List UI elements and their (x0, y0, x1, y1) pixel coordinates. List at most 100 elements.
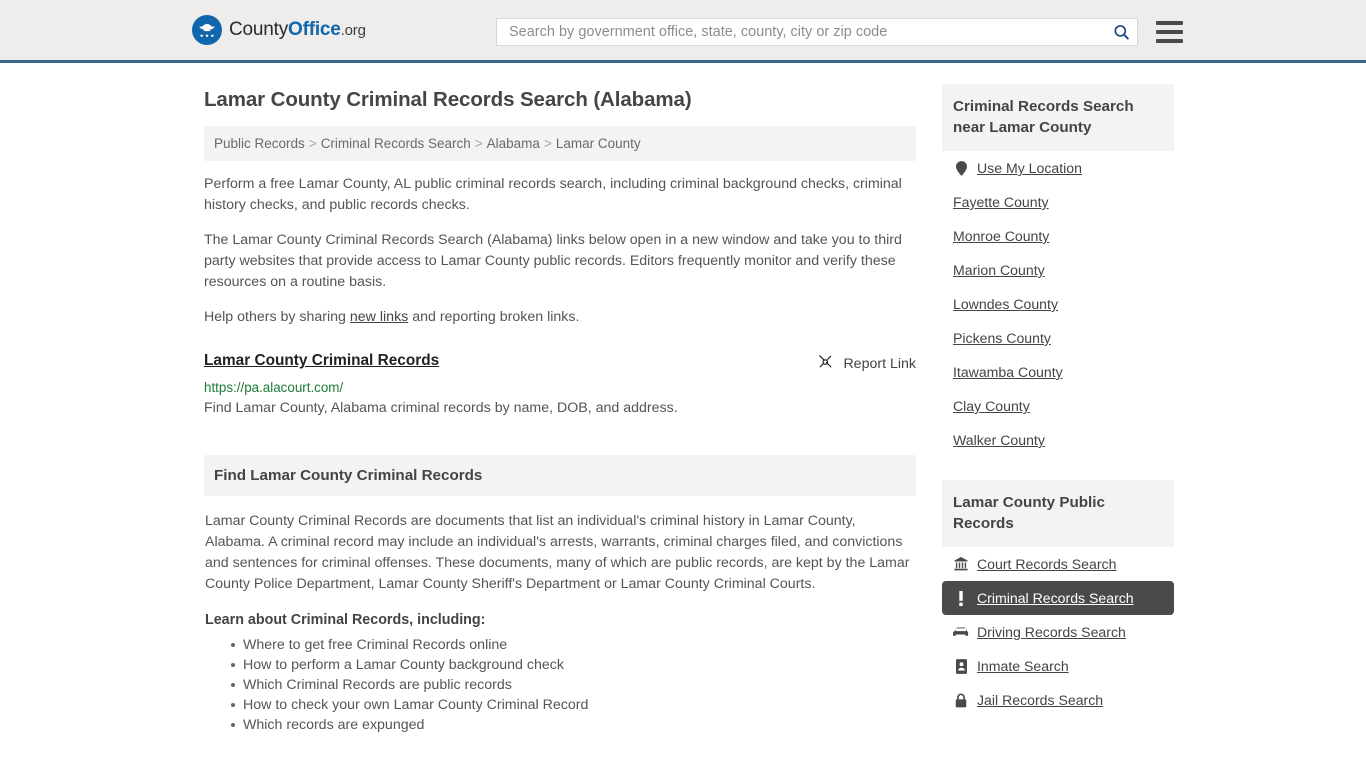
sidebar-item-clay-county[interactable]: Clay County (942, 389, 1174, 423)
help-suffix: and reporting broken links. (408, 309, 580, 325)
logo-text-office: Office (288, 19, 341, 40)
site-logo[interactable]: CountyOffice.org (192, 15, 366, 45)
sidebar-item-use-my-location[interactable]: Use My Location (942, 151, 1174, 185)
report-link-button[interactable]: Report Link (817, 352, 916, 374)
list-item: Clay County (942, 389, 1174, 423)
sidebar-item-label: Itawamba County (953, 364, 1063, 380)
main-content: Lamar County Criminal Records Search (Al… (204, 63, 916, 735)
search-input[interactable] (507, 23, 1112, 41)
learn-list: Where to get free Criminal Records onlin… (205, 635, 915, 735)
hamburger-menu-icon[interactable] (1156, 21, 1183, 43)
sidebar-item-label: Walker County (953, 432, 1045, 448)
breadcrumb-separator: > (474, 136, 483, 151)
sidebar-item-driving-records-search[interactable]: Driving Records Search (942, 615, 1174, 649)
sidebar-item-label: Clay County (953, 398, 1030, 414)
sidebar-item-jail-records-search[interactable]: Jail Records Search (942, 683, 1174, 717)
sidebar-item-itawamba-county[interactable]: Itawamba County (942, 355, 1174, 389)
breadcrumb: Public Records > Criminal Records Search > A… (204, 126, 916, 161)
sidebar-item-label: Monroe County (953, 228, 1050, 244)
report-link-label: Report Link (843, 355, 916, 372)
eagle-shield-icon (192, 15, 222, 45)
learn-heading: Learn about Criminal Records, including: (205, 612, 486, 628)
sidebar-item-label: Marion County (953, 262, 1045, 278)
car-icon (953, 626, 969, 638)
logo-wordmark: CountyOffice.org (229, 19, 366, 41)
breadcrumb-item-alabama[interactable]: Alabama (487, 136, 540, 151)
second-paragraph: The Lamar County Criminal Records Search… (204, 232, 902, 290)
result-url: https://pa.alacourt.com/ (204, 380, 344, 395)
breadcrumb-separator: > (543, 136, 552, 151)
sidebar-item-lowndes-county[interactable]: Lowndes County (942, 287, 1174, 321)
sidebar-item-label: Fayette County (953, 194, 1049, 210)
list-item: Court Records Search (942, 547, 1174, 581)
list-item: Jail Records Search (942, 683, 1174, 717)
list-item: Inmate Search (942, 649, 1174, 683)
result-description: Find Lamar County, Alabama criminal reco… (204, 400, 678, 416)
hamburger-bar (1156, 21, 1183, 25)
sidebar-item-label: Use My Location (977, 160, 1082, 176)
sidebar-item-label: Court Records Search (977, 556, 1117, 572)
sidebar-item-marion-county[interactable]: Marion County (942, 253, 1174, 287)
sidebar-nearby-heading: Criminal Records Search near Lamar Count… (942, 84, 1174, 151)
section-body: Lamar County Criminal Records are docume… (204, 496, 916, 735)
list-item: Which Criminal Records are public record… (231, 675, 915, 695)
sidebar-item-label: Jail Records Search (977, 692, 1104, 708)
list-item: Pickens County (942, 321, 1174, 355)
help-prefix: Help others by sharing (204, 309, 350, 325)
sidebar-item-pickens-county[interactable]: Pickens County (942, 321, 1174, 355)
sidebar-public-records-heading: Lamar County Public Records (942, 480, 1174, 547)
result-header-row: Lamar County Criminal Records Report Lin… (204, 352, 916, 374)
broken-link-icon (817, 353, 834, 374)
sidebar-item-inmate-search[interactable]: Inmate Search (942, 649, 1174, 683)
sidebar-public-records-group: Lamar County Public Records Court Record… (942, 480, 1174, 717)
intro-paragraph: Perform a free Lamar County, AL public c… (204, 176, 902, 213)
breadcrumb-item-criminal-records-search[interactable]: Criminal Records Search (321, 136, 471, 151)
list-item: How to perform a Lamar County background… (231, 655, 915, 675)
list-item: Itawamba County (942, 355, 1174, 389)
hamburger-bar (1156, 30, 1183, 34)
sidebar-item-court-records-search[interactable]: Court Records Search (942, 547, 1174, 581)
result-title-link[interactable]: Lamar County Criminal Records (204, 352, 439, 370)
list-item: Where to get free Criminal Records onlin… (231, 635, 915, 655)
sidebar-public-records-list: Court Records Search Criminal Records Se… (942, 547, 1174, 717)
id-card-icon (953, 658, 969, 674)
exclamation-icon (953, 590, 969, 606)
list-item: Lowndes County (942, 287, 1174, 321)
list-item: Driving Records Search (942, 615, 1174, 649)
breadcrumb-item-lamar-county[interactable]: Lamar County (556, 136, 641, 151)
page-body: Lamar County Criminal Records Search (Al… (0, 63, 1366, 735)
list-item: Walker County (942, 423, 1174, 457)
page-title: Lamar County Criminal Records Search (Al… (204, 88, 692, 111)
list-item: Fayette County (942, 185, 1174, 219)
sidebar-item-label: Driving Records Search (977, 624, 1126, 640)
sidebar: Criminal Records Search near Lamar Count… (942, 63, 1174, 735)
map-pin-icon (953, 160, 969, 176)
logo-text-county: County (229, 19, 289, 40)
courthouse-icon (953, 557, 969, 571)
sidebar-nearby-list: Use My Location Fayette County Monroe Co… (942, 151, 1174, 457)
search-area (496, 18, 1183, 46)
list-item: Which records are expunged (231, 715, 915, 735)
new-links-link[interactable]: new links (350, 309, 408, 325)
sidebar-item-criminal-records-search[interactable]: Criminal Records Search (942, 581, 1174, 615)
sidebar-item-label: Inmate Search (977, 658, 1069, 674)
sidebar-item-fayette-county[interactable]: Fayette County (942, 185, 1174, 219)
search-box[interactable] (496, 18, 1138, 46)
breadcrumb-item-public-records[interactable]: Public Records (214, 136, 305, 151)
logo-text-org: .org (340, 22, 366, 39)
list-item: Marion County (942, 253, 1174, 287)
section-paragraph: Lamar County Criminal Records are docume… (205, 513, 910, 592)
breadcrumb-separator: > (308, 136, 317, 151)
list-item: Monroe County (942, 219, 1174, 253)
sidebar-item-walker-county[interactable]: Walker County (942, 423, 1174, 457)
sidebar-item-monroe-county[interactable]: Monroe County (942, 219, 1174, 253)
list-item: Criminal Records Search (942, 581, 1174, 615)
hamburger-bar (1156, 39, 1183, 43)
result-block: Lamar County Criminal Records Report Lin… (204, 352, 916, 416)
sidebar-item-label: Lowndes County (953, 296, 1058, 312)
list-item: How to check your own Lamar County Crimi… (231, 695, 915, 715)
search-icon[interactable] (1112, 23, 1131, 42)
sidebar-item-label: Pickens County (953, 330, 1051, 346)
section-heading: Find Lamar County Criminal Records (204, 455, 916, 496)
site-header: CountyOffice.org (0, 0, 1366, 63)
